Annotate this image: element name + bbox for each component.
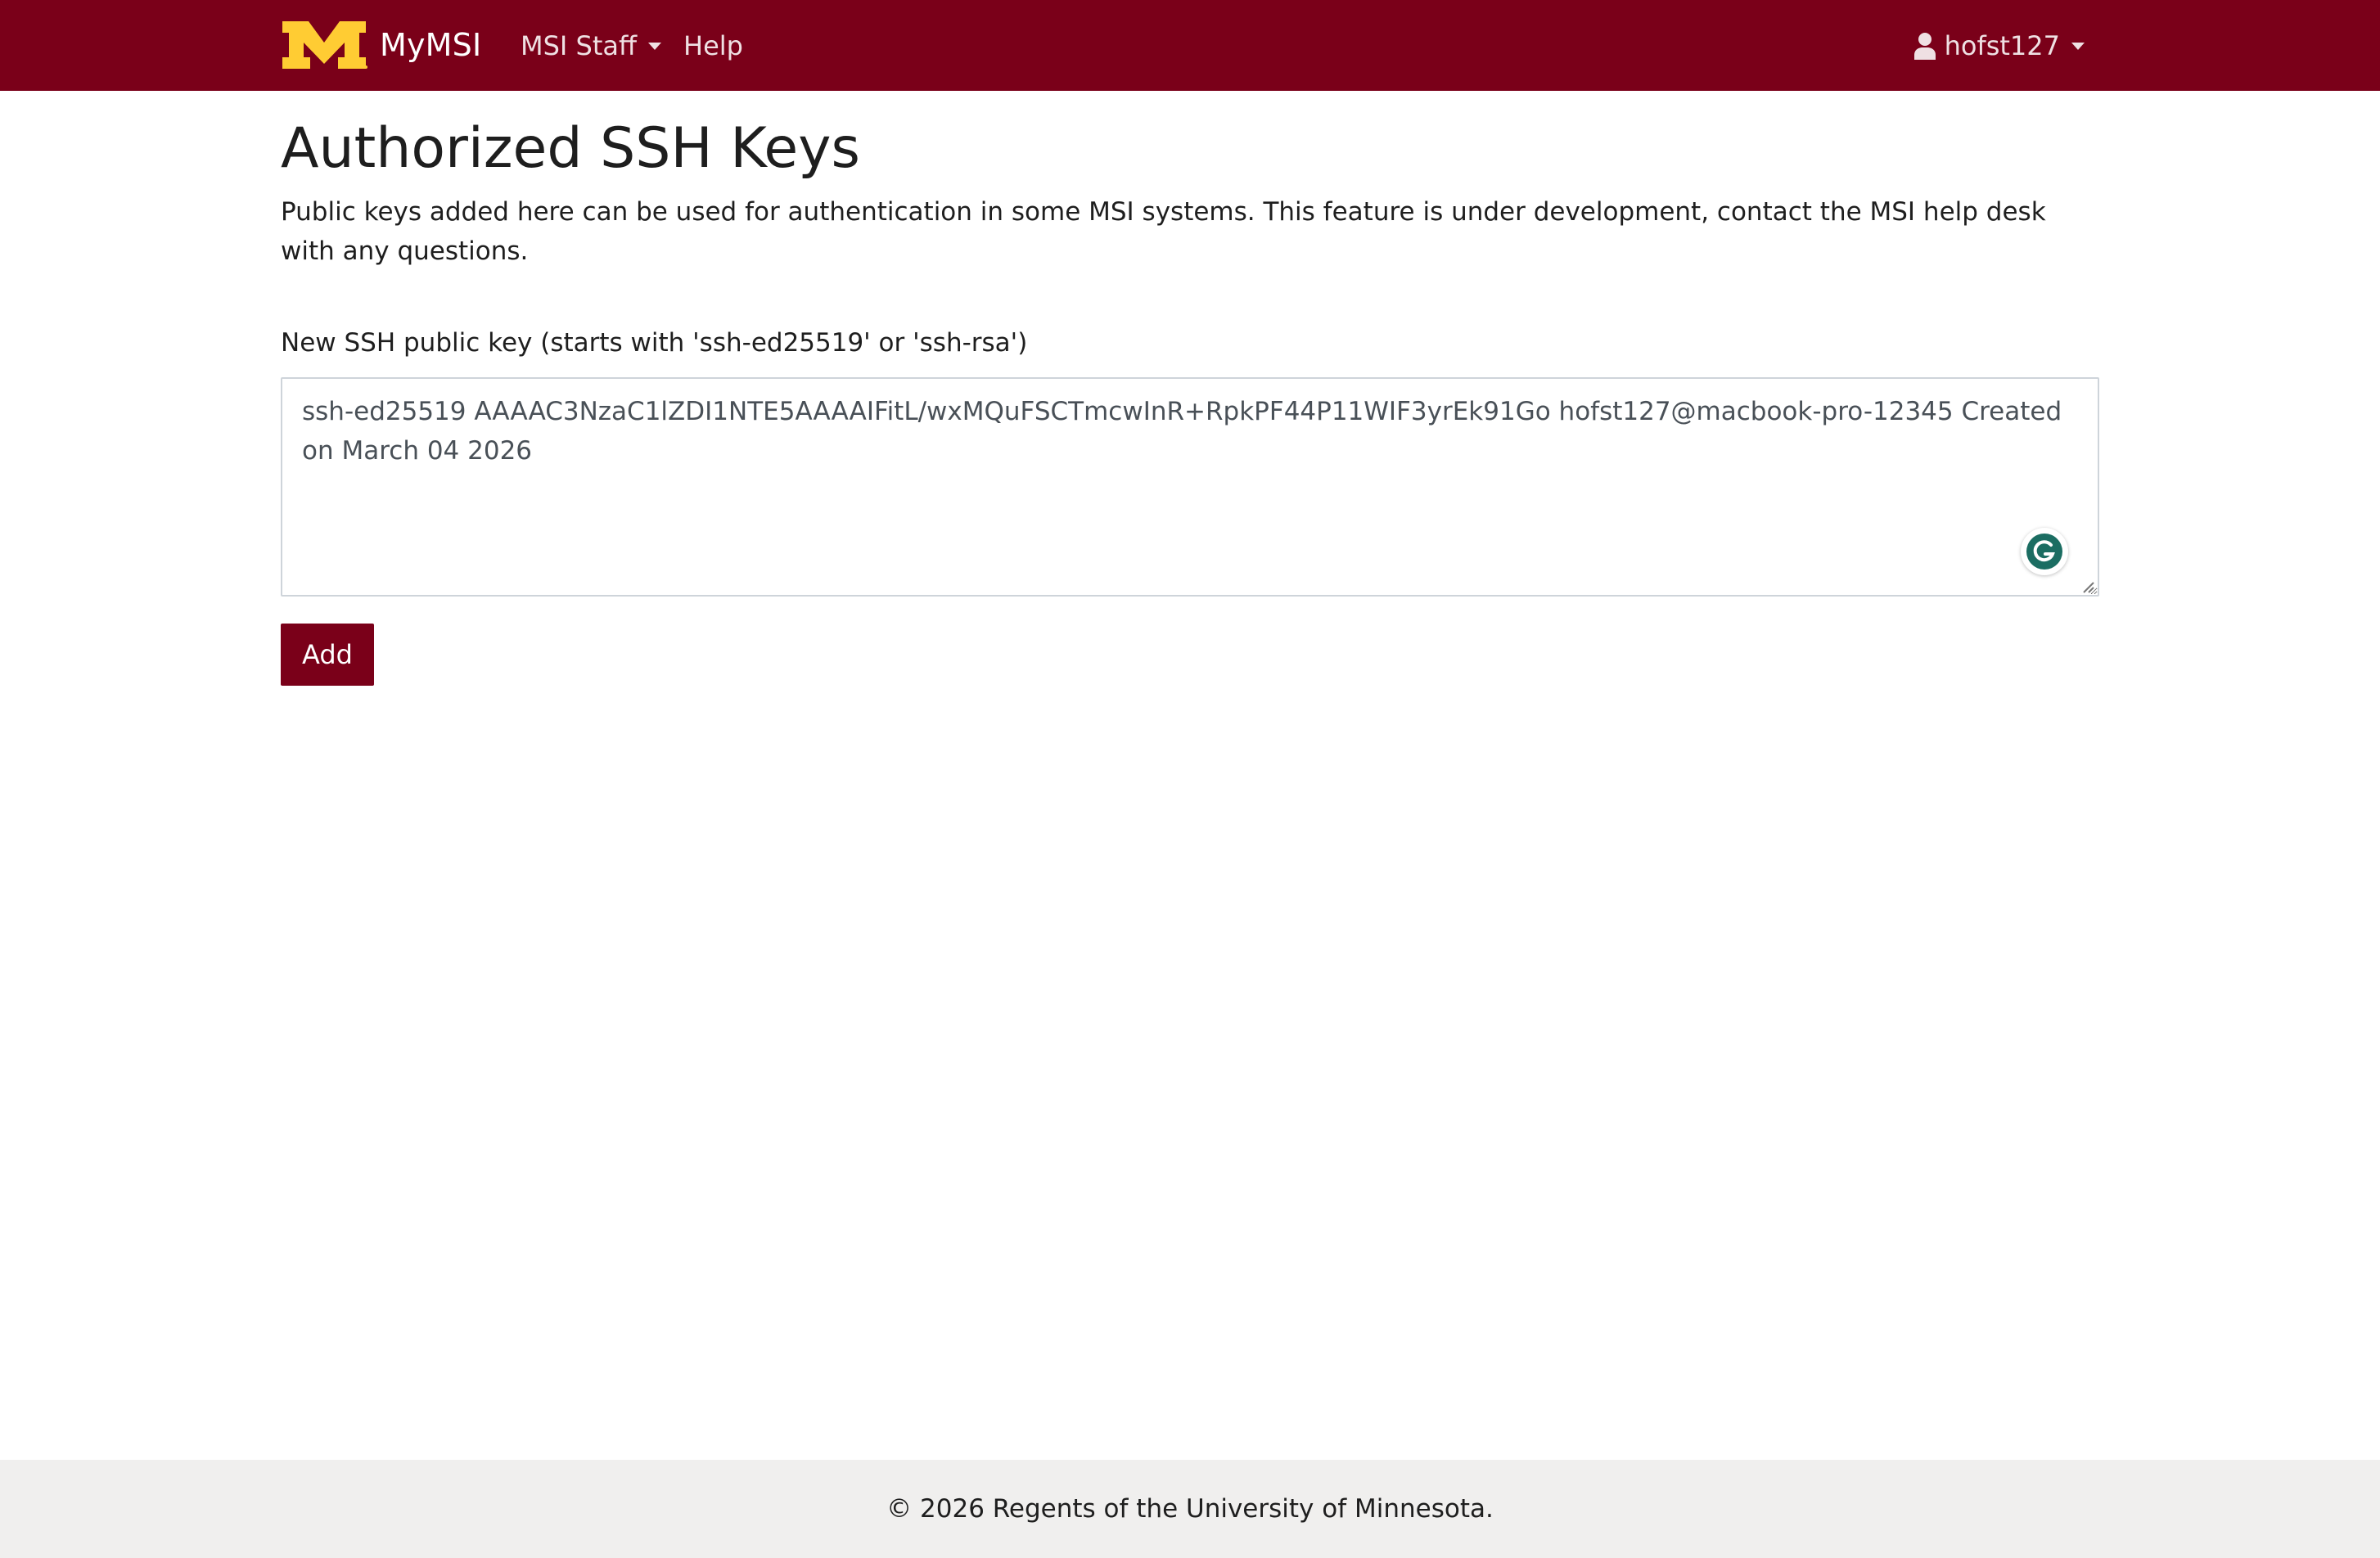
footer-copyright: © 2026 Regents of the University of Minn… [886,1494,1494,1524]
textarea-resize-handle[interactable] [2080,579,2094,593]
caret-down-icon [648,42,662,50]
grammarly-icon[interactable] [2021,528,2068,575]
ssh-key-label: New SSH public key (starts with 'ssh-ed2… [281,328,1028,358]
add-key-button[interactable]: Add [281,624,374,686]
page-footer: © 2026 Regents of the University of Minn… [0,1460,2380,1558]
nav-msi-staff-label: MSI Staff [521,30,638,61]
top-navbar: MyMSI MSI Staff Help hofst127 [0,0,2380,91]
caret-down-icon [2071,42,2085,50]
page-title: Authorized SSH Keys [281,116,860,181]
umn-block-m-logo [282,21,367,69]
brand-name: MyMSI [380,27,482,63]
nav-msi-staff-dropdown[interactable]: MSI Staff [521,25,662,67]
nav-help-link[interactable]: Help [683,25,743,67]
ssh-key-textarea[interactable] [281,377,2099,597]
page-description: Public keys added here can be used for a… [281,197,2046,266]
user-menu-dropdown[interactable]: hofst127 [1913,25,2085,67]
grammarly-logo [2026,534,2062,570]
user-icon [1913,33,1936,60]
nav-help-label: Help [683,30,743,61]
username-label: hofst127 [1944,30,2060,61]
brand-home-link[interactable]: MyMSI [281,20,481,70]
